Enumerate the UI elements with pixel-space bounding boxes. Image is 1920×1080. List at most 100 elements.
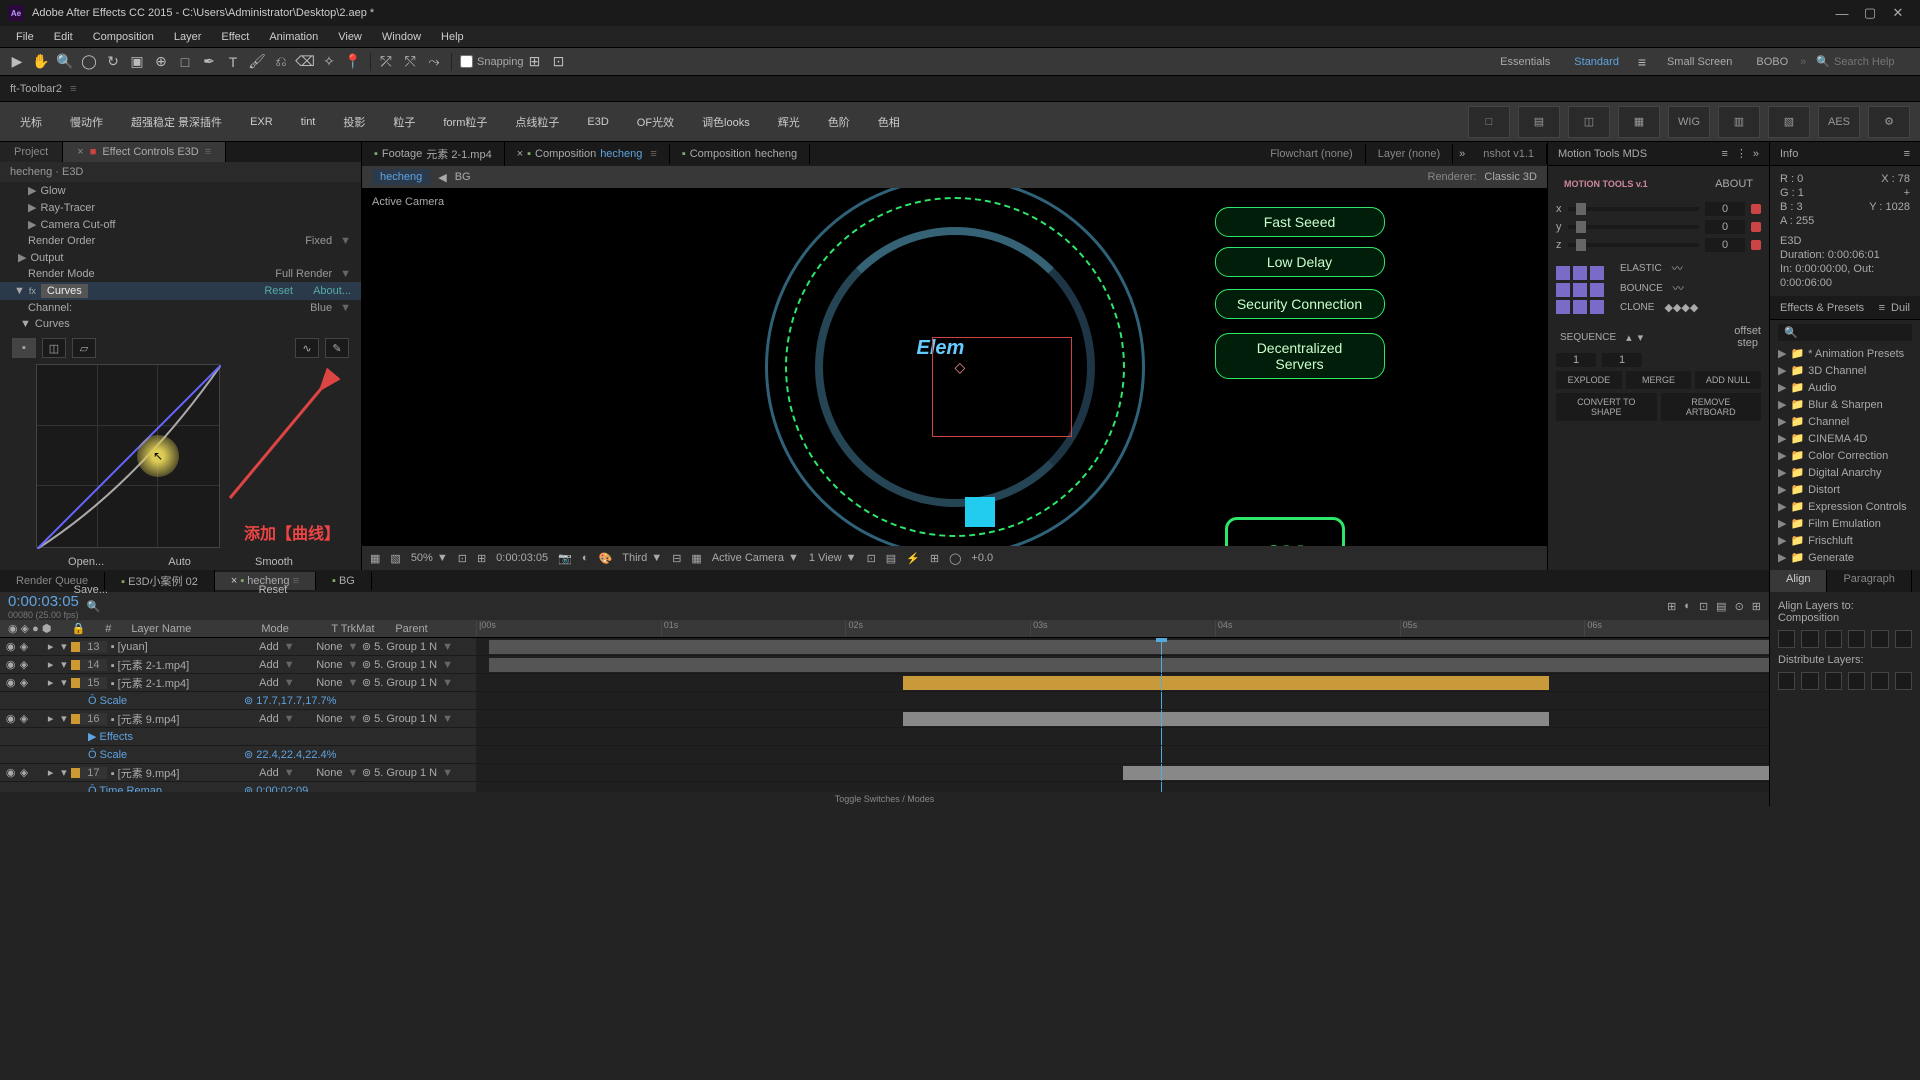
menu-effect[interactable]: Effect (211, 29, 259, 45)
bc-hecheng[interactable]: hecheng (372, 169, 430, 185)
renderer-value[interactable]: Classic 3D (1484, 171, 1537, 183)
vb-snapshot-icon[interactable]: 📷 (558, 552, 572, 565)
curve-edit-button[interactable]: ◫ (42, 338, 66, 358)
paragraph-tab[interactable]: Paragraph (1827, 570, 1911, 592)
curve-rgb-button[interactable]: ▪ (12, 338, 36, 358)
ep-item[interactable]: ▶📁Channel (1770, 413, 1920, 430)
menu-layer[interactable]: Layer (164, 29, 212, 45)
plug-glow[interactable]: 辉光 (768, 108, 810, 136)
plug-of[interactable]: OF光效 (627, 108, 684, 136)
hand-tool-icon[interactable]: ✋ (30, 51, 52, 73)
mt-grid-4[interactable] (1556, 283, 1570, 297)
mt-grid-7[interactable] (1556, 300, 1570, 314)
minimize-button[interactable]: — (1828, 3, 1856, 23)
alignto-value[interactable]: Composition (1778, 612, 1839, 624)
curve-line-button[interactable]: ∿ (295, 338, 319, 358)
mt-grid-1[interactable] (1556, 266, 1570, 280)
plug-tint[interactable]: tint (291, 110, 326, 134)
curves-reset[interactable]: Reset (264, 285, 293, 297)
curve-open-button[interactable]: Open... (68, 556, 104, 568)
plugicon-6[interactable]: ▥ (1718, 106, 1760, 138)
curve-smooth-button[interactable]: ✎ (325, 338, 349, 358)
curve-reset-button[interactable]: Reset (259, 584, 288, 596)
plug-stabilize[interactable]: 超强稳定 景深插件 (121, 108, 232, 136)
toggle-switches[interactable]: Toggle Switches / Modes (0, 792, 1769, 806)
snap-opt2-icon[interactable]: ⊡ (548, 51, 570, 73)
curves-subgroup[interactable]: Curves (35, 318, 70, 330)
mt-clone[interactable]: CLONE (1616, 300, 1658, 315)
vb-grid-icon[interactable]: ⊞ (477, 552, 486, 565)
align-tab[interactable]: Align (1770, 570, 1827, 592)
eff-glow[interactable]: Glow (40, 185, 65, 197)
mt-grid-5[interactable] (1573, 283, 1587, 297)
ep-item[interactable]: ▶📁Expression Controls (1770, 498, 1920, 515)
vb-alpha-icon[interactable]: ▧ (390, 552, 400, 565)
puppet-tool-icon[interactable]: 📍 (342, 51, 364, 73)
mt-x-value[interactable]: 0 (1705, 202, 1745, 216)
mt-y-reset[interactable] (1751, 222, 1761, 232)
ep-item[interactable]: ▶📁Digital Anarchy (1770, 464, 1920, 481)
menu-view[interactable]: View (328, 29, 372, 45)
view-axis-icon[interactable]: ⤳ (423, 51, 445, 73)
brush-tool-icon[interactable]: 🖌 (246, 51, 268, 73)
mt-addnull-button[interactable]: ADD NULL (1695, 371, 1761, 389)
pen-tool-icon[interactable]: ✒ (198, 51, 220, 73)
comp-tab-hecheng2[interactable]: ▪Composition hecheng (670, 144, 810, 164)
workspace-menu-icon[interactable]: ≡ (1631, 51, 1653, 73)
layer-row[interactable]: ◉◈▸▾17▪ [元素 9.mp4]Add▼None▼⊚ 5. Group 1 … (0, 764, 1769, 782)
mt-grid-6[interactable] (1590, 283, 1604, 297)
layer-row[interactable]: ▶ Effects (0, 728, 1769, 746)
mt-grid-8[interactable] (1573, 300, 1587, 314)
mt-remove-button[interactable]: REMOVE ARTBOARD (1661, 393, 1762, 421)
layer-row[interactable]: ◉◈▸▾13▪ [yuan]Add▼None▼⊚ 5. Group 1 N▼ (0, 638, 1769, 656)
vb-views[interactable]: 1 View ▼ (809, 552, 857, 564)
vb-roi-icon[interactable]: ⊟ (672, 552, 681, 565)
align-bottom[interactable] (1895, 630, 1912, 648)
plug-exr[interactable]: EXR (240, 110, 283, 134)
local-axis-icon[interactable]: ⤱ (375, 51, 397, 73)
channel-value[interactable]: Blue (310, 302, 332, 314)
search-help-input[interactable] (1834, 56, 1914, 68)
plug-shadow[interactable]: 投影 (333, 108, 375, 136)
plug-form[interactable]: form粒子 (433, 108, 497, 136)
world-axis-icon[interactable]: ⤲ (399, 51, 421, 73)
rendermode-value[interactable]: Full Render (275, 268, 332, 280)
curve-save-button[interactable]: Save... (74, 584, 108, 596)
plug-plexus[interactable]: 点线粒子 (505, 108, 569, 136)
ep-item[interactable]: ▶📁Film Emulation (1770, 515, 1920, 532)
tl-tool-6[interactable]: ⊞ (1752, 600, 1761, 613)
composition-viewport[interactable]: Active Camera Elem ◇ Fast Seeed Low Dela… (362, 188, 1547, 546)
eff-curves-group[interactable]: ▼fx Curves Reset About... (0, 282, 361, 300)
tl-tool-3[interactable]: ⊡ (1699, 600, 1708, 613)
tl-tool-4[interactable]: ▤ (1716, 600, 1726, 613)
mt-seq-icon1[interactable]: ▴ (1626, 331, 1632, 344)
plug-e3d[interactable]: E3D (577, 110, 618, 134)
align-left[interactable] (1778, 630, 1795, 648)
layer-row[interactable]: ◉◈▸▾15▪ [元素 2-1.mp4]Add▼None▼⊚ 5. Group … (0, 674, 1769, 692)
roto-tool-icon[interactable]: ✧ (318, 51, 340, 73)
mt-y-slider[interactable] (1568, 225, 1700, 229)
tab-close-icon[interactable]: × (77, 146, 83, 158)
eraser-tool-icon[interactable]: ⌫ (294, 51, 316, 73)
curve-smooth-button2[interactable]: Smooth (255, 556, 293, 568)
plug-particle[interactable]: 粒子 (383, 108, 425, 136)
mt-y-value[interactable]: 0 (1705, 220, 1745, 234)
mt-offset-value[interactable]: 1 (1556, 353, 1596, 367)
tab-effect-controls[interactable]: × ■ Effect Controls E3D ≡ (63, 142, 226, 162)
ep-item[interactable]: ▶📁CINEMA 4D (1770, 430, 1920, 447)
workspace-bobo[interactable]: BOBO (1744, 54, 1800, 70)
mt-bounce[interactable]: BOUNCE (1616, 281, 1667, 296)
comp-tab-footage[interactable]: ▪Footage 元素 2-1.mp4 (362, 142, 505, 166)
mt-grid-9[interactable] (1590, 300, 1604, 314)
dist-1[interactable] (1778, 672, 1795, 690)
text-tool-icon[interactable]: T (222, 51, 244, 73)
plug-cursor[interactable]: 光标 (10, 108, 52, 136)
curve-auto-button[interactable]: Auto (168, 556, 191, 568)
layer-row[interactable]: Ō Time Remap⊚ 0:00:02:09 (0, 782, 1769, 792)
tab-project[interactable]: Project (0, 142, 63, 162)
align-top[interactable] (1848, 630, 1865, 648)
dist-2[interactable] (1801, 672, 1818, 690)
align-vcenter[interactable] (1871, 630, 1888, 648)
mt-x-reset[interactable] (1751, 204, 1761, 214)
close-button[interactable]: ✕ (1884, 3, 1912, 23)
